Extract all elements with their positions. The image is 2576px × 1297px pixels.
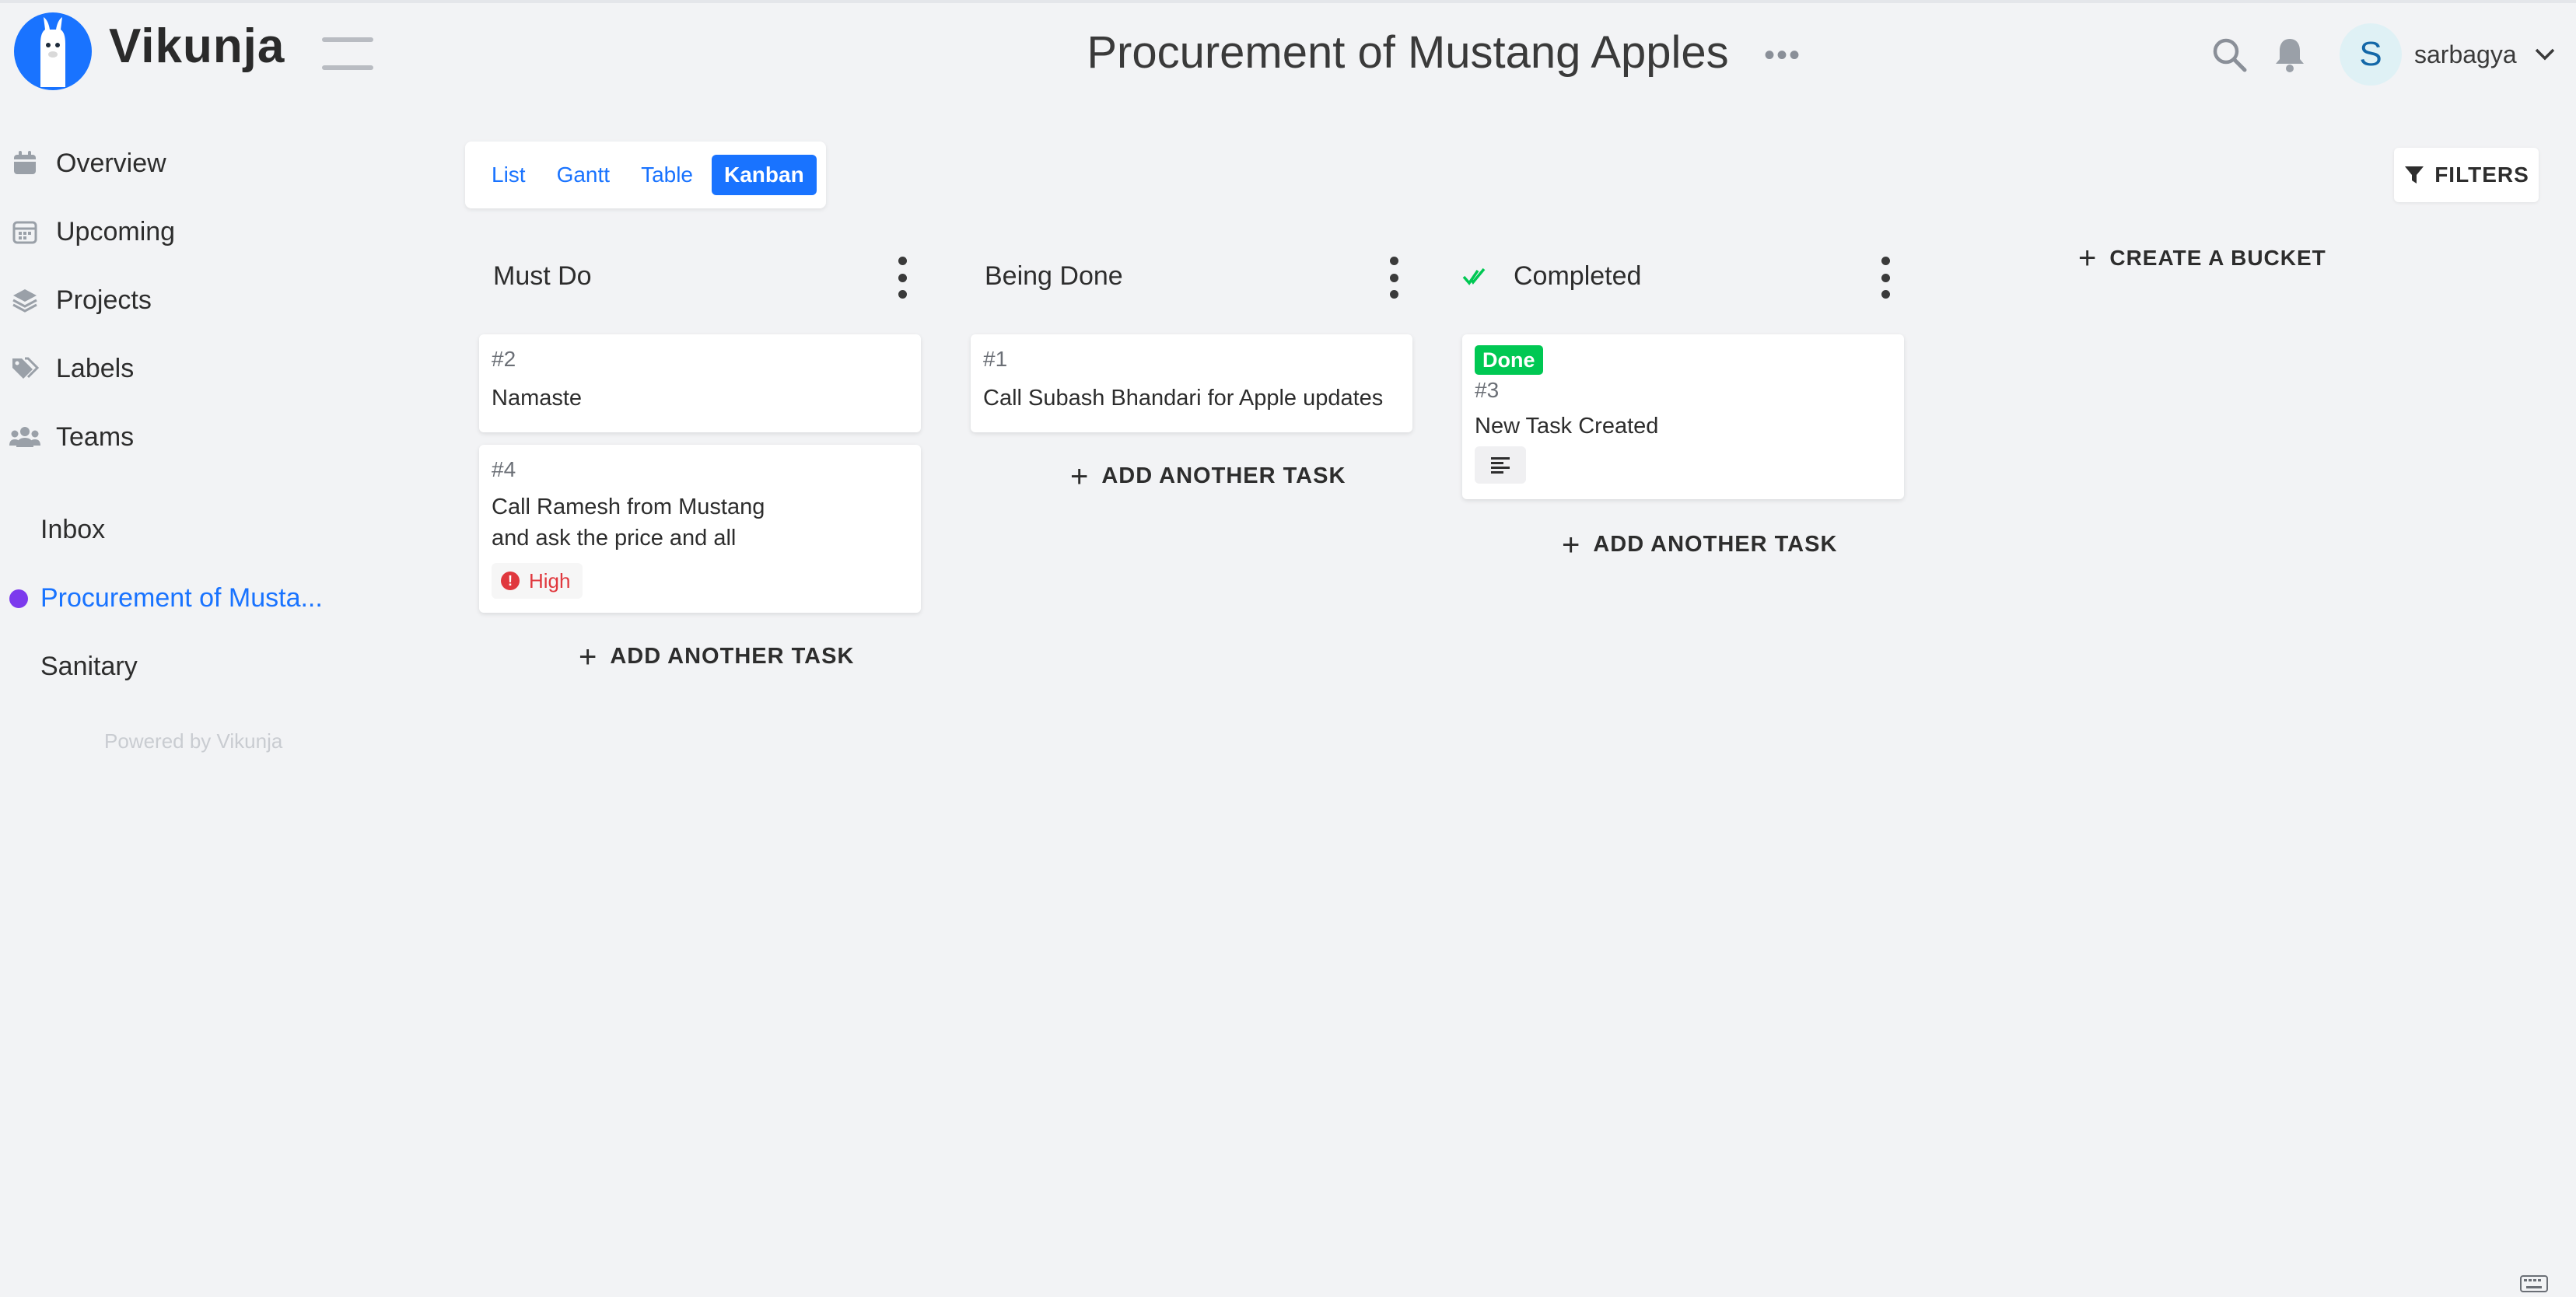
task-id: #4 [492,457,516,481]
view-list-tab[interactable]: List [479,155,538,195]
task-id: #2 [492,347,516,371]
add-task-button[interactable]: + ADD ANOTHER TASK [1070,459,1346,494]
calendar-grid-icon [9,216,40,247]
add-task-label: ADD ANOTHER TASK [1101,463,1346,488]
add-task-label: ADD ANOTHER TASK [1593,532,1838,557]
create-bucket-label: CREATE A BUCKET [2109,246,2326,270]
view-table-tab[interactable]: Table [628,155,705,195]
task-title: Namaste [492,386,583,411]
plus-icon: + [2078,241,2098,275]
description-icon [1475,446,1526,484]
username[interactable]: sarbagya [2414,40,2517,69]
sidebar-item-label: Labels [56,353,135,383]
bucket-title[interactable]: Being Done [985,261,1123,292]
notifications-bell-icon[interactable] [2273,36,2307,73]
task-title: Call Subash Bhandari for Apple updates [983,386,1384,411]
tags-icon [9,353,40,384]
plus-icon: + [1070,459,1090,494]
calendar-icon [9,148,40,179]
view-switcher: List Gantt Table Kanban [465,142,826,208]
search-icon[interactable] [2210,36,2248,73]
vikunja-logo-icon[interactable] [14,12,92,90]
powered-by-link[interactable]: Powered by Vikunja [104,729,282,753]
task-card[interactable]: #2 Namaste [479,334,921,432]
sidebar-item-label: Upcoming [56,216,176,246]
sidebar-project-inbox[interactable]: Inbox [40,515,105,545]
bucket-menu-icon[interactable] [1386,257,1402,299]
sidebar-item-label: Overview [56,148,166,178]
sidebar-project-sanitary[interactable]: Sanitary [40,652,138,682]
add-task-button[interactable]: + ADD ANOTHER TASK [1562,527,1838,562]
sidebar-item-labels[interactable]: Labels [9,345,134,392]
menu-toggle-icon[interactable] [322,37,373,70]
filters-label: FILTERS [2434,163,2529,187]
page-title: Procurement of Mustang Apples [1087,27,1729,78]
sidebar-item-teams[interactable]: Teams [9,414,134,460]
project-color-dot [9,589,28,608]
task-title: New Task Created [1475,414,1659,439]
sidebar-item-projects[interactable]: Projects [9,277,152,323]
top-border [0,0,2576,3]
sidebar-item-upcoming[interactable]: Upcoming [9,208,175,255]
view-kanban-tab[interactable]: Kanban [712,155,817,195]
layers-icon [9,285,40,316]
sidebar-item-label: Projects [56,285,152,315]
sidebar-item-overview[interactable]: Overview [9,140,166,187]
task-id: #1 [983,347,1008,371]
add-task-label: ADD ANOTHER TASK [610,644,855,669]
priority-label: High [529,568,571,593]
task-card[interactable]: Done #3 New Task Created [1462,334,1904,499]
task-card[interactable]: #4 Call Ramesh from Mustang and ask the … [479,445,921,613]
sidebar-project-procurement[interactable]: Procurement of Musta... [40,583,323,614]
bucket-title[interactable]: Must Do [493,261,592,292]
done-bucket-check-icon [1462,264,1486,288]
filter-icon [2405,166,2424,184]
bucket-menu-icon[interactable] [1878,257,1893,299]
task-title-line-1: Call Ramesh from Mustang [492,495,765,519]
priority-alert-icon: ! [501,572,520,590]
priority-badge: ! High [492,563,583,599]
bucket-title[interactable]: Completed [1514,261,1641,292]
bucket-menu-icon[interactable] [894,257,910,299]
project-menu-icon[interactable]: ••• [1764,40,1801,71]
task-card[interactable]: #1 Call Subash Bhandari for Apple update… [971,334,1412,432]
task-id: #3 [1475,378,1500,402]
view-gantt-tab[interactable]: Gantt [544,155,622,195]
create-bucket-button[interactable]: + CREATE A BUCKET [2078,241,2326,275]
keyboard-shortcuts-icon[interactable] [2520,1275,2548,1292]
chevron-down-icon[interactable] [2532,42,2557,67]
filters-button[interactable]: FILTERS [2394,148,2539,202]
app-name: Vikunja [109,19,285,73]
sidebar-item-label: Teams [56,421,135,452]
plus-icon: + [1562,527,1581,562]
task-title-line-2: and ask the price and all [492,526,737,551]
done-badge: Done [1475,345,1543,375]
add-task-button[interactable]: + ADD ANOTHER TASK [579,639,855,674]
users-icon [9,421,40,453]
plus-icon: + [579,639,598,674]
user-avatar[interactable]: S [2340,23,2402,86]
